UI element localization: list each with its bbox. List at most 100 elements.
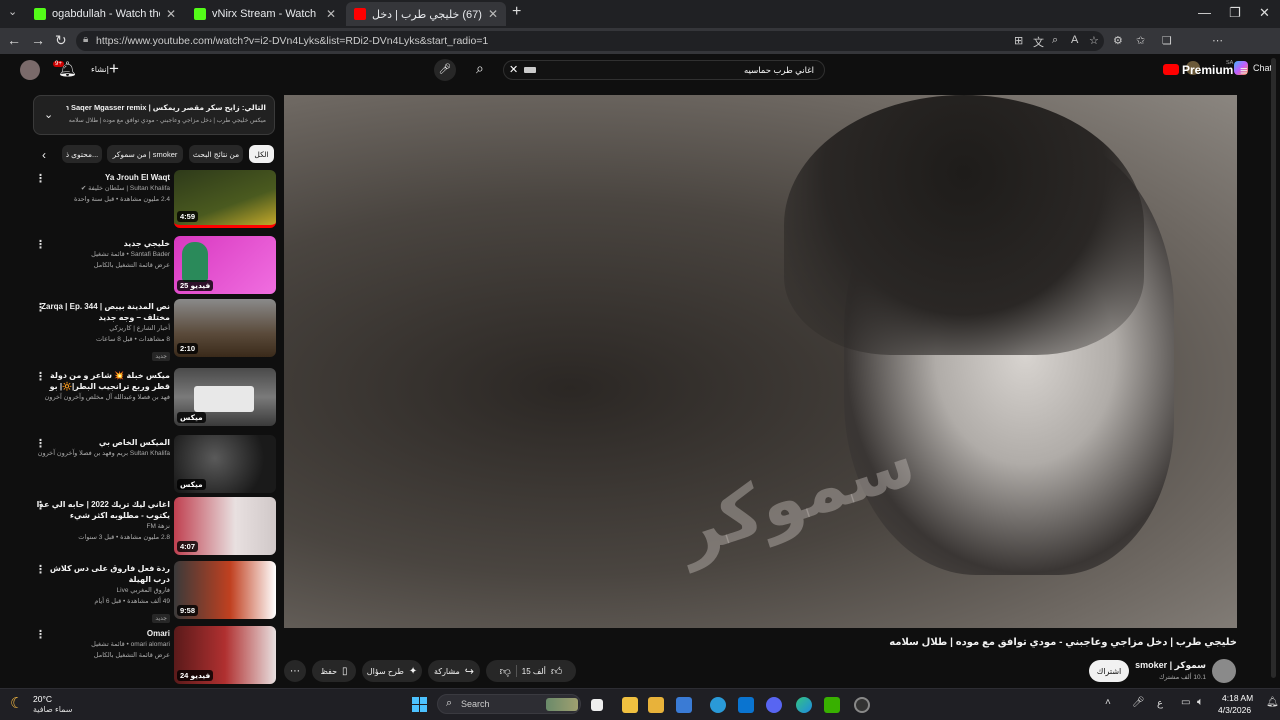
list-item[interactable]: 4:59 ⋮ Ya Jrouh El Waqt Sultan Khalifa |… [30,170,276,232]
taskbar-search[interactable]: ⌕ Search [437,694,581,714]
channel-name[interactable]: أخبار الشارع | كاريزكي [34,323,170,334]
more-menu-icon[interactable]: ⋯ [1212,34,1223,47]
list-item[interactable]: ميكس ⋮ ميكس خبلة 💥 شاعر و من دولة قطر ور… [30,368,276,430]
close-tab-icon[interactable]: ✕ [488,7,498,21]
search-icon[interactable]: ⌕ [476,60,484,77]
clock-date[interactable]: 4/3/2026 [1218,705,1251,715]
save-button[interactable]: حفظ ▯ [312,660,356,682]
playlist-thumbnail[interactable]: 25 فيديو [174,236,276,294]
clock-time[interactable]: 4:18 AM [1222,693,1253,703]
video-thumbnail[interactable]: 9:58 [174,561,276,619]
chip-from-smoker[interactable]: من سموكر | smoker [107,145,183,163]
dislike-button-icon[interactable]: 👎︎ [500,665,511,678]
tray-chevron-icon[interactable]: ˄ [1105,697,1111,708]
mix-title[interactable]: ميكس خبلة 💥 شاعر و من دولة قطر وربع تران… [34,370,170,392]
list-item[interactable]: 25 فيديو ⋮ خليجي جديد Santafi Bader • قا… [30,236,276,298]
voice-search-icon[interactable]: 🎤︎ [434,59,456,81]
create-label[interactable]: إنشاء [91,65,109,74]
subscribe-button[interactable]: اشتراك [1089,660,1129,682]
notification-center-icon[interactable]: 🔔︎ [1266,697,1279,708]
list-item[interactable]: 9:58 ⋮ ردة فعل فاروق على دس كلاش درب اله… [30,561,276,623]
playlist-panel[interactable]: ⌄ التالي: زايح سكر مقصر ريمكس | beh Saqe… [33,95,275,135]
playlist-title[interactable]: Omari [34,628,170,639]
translate-icon[interactable]: 文 [1033,34,1044,50]
task-view-icon[interactable] [591,699,603,711]
app-green-icon[interactable] [824,697,840,713]
channel-name[interactable]: Sultan Khalifa | سلطان خليفة ✔ [34,183,170,194]
tab-youtube[interactable]: (67) خليجي طرب | دخل مزاجي وعاج... ✕ [346,2,506,26]
store-icon[interactable] [676,697,692,713]
back-icon[interactable]: ← [7,32,21,48]
chip-all[interactable]: الكل [249,145,274,163]
video-thumbnail[interactable]: 2:10 [174,299,276,357]
tray-mic-icon[interactable]: 🎤︎ [1132,697,1145,708]
forward-icon[interactable]: → [31,32,45,48]
chip-more[interactable]: محتوى ذ... [62,145,102,163]
maximize-icon[interactable]: ❐ [1229,5,1241,21]
tab-kick-live[interactable]: vNirx Stream - Watch Live on Kick ✕ [186,2,344,26]
keyboard-icon[interactable] [524,67,536,73]
share-button[interactable]: مشاركة ↪ [428,660,480,682]
read-aloud-icon[interactable]: A [1071,34,1078,46]
collections-icon[interactable]: ❏ [1162,34,1172,47]
like-button-icon[interactable]: 👍︎ [551,665,563,678]
favorite-star-icon[interactable]: ☆ [1089,34,1099,47]
weather-icon[interactable]: ☾ [10,694,23,712]
search-input[interactable]: اغاني طرب حماسيه [503,60,825,80]
channel-name[interactable]: فاروق المغربي Live [34,585,170,596]
list-item[interactable]: 24 فيديو ⋮ Omari omari alomari • قائمة ت… [30,626,276,688]
channel-name[interactable]: سموكر | smoker [1130,660,1206,671]
network-icon[interactable]: ▭ [1181,697,1190,708]
channel-name[interactable]: نزهة FM [34,521,170,532]
clear-search-icon[interactable]: ✕ [509,63,518,76]
menu-hamburger-icon[interactable]: ≡ [1240,63,1248,78]
tab-actions-icon[interactable]: ⌄ [8,5,17,18]
list-item[interactable]: 2:10 ⋮ نص المدينة بيبص | Zarqa | Ep. 344… [30,299,276,361]
edge-icon[interactable] [796,697,812,713]
mix-thumbnail[interactable]: ميكس [174,368,276,426]
app-blue-icon[interactable] [738,697,754,713]
list-item[interactable]: ميكس ⋮ الميكس الخاص بي Sultan Khalifa بر… [30,435,276,497]
mix-title[interactable]: الميكس الخاص بي [34,437,170,448]
chevron-down-icon[interactable]: ⌄ [44,108,53,121]
language-indicator[interactable]: ع [1157,698,1163,709]
minimize-icon[interactable]: — [1198,5,1211,20]
playlist-title[interactable]: خليجي جديد [34,238,170,249]
url-field[interactable]: 🔒︎ https://www.youtube.com/watch?v=i2-DV… [76,31,1104,51]
video-title[interactable]: نص المدينة بيبص | Zarqa | Ep. 344 مختلف … [34,301,170,323]
folder-icon[interactable] [648,697,664,713]
discord-icon[interactable] [766,697,782,713]
file-explorer-icon[interactable] [622,697,638,713]
chat-label[interactable]: Chat [1253,63,1272,73]
chip-from-search[interactable]: من نتائج البحث [189,145,243,163]
reload-icon[interactable]: ↻ [55,32,67,49]
channel-name[interactable]: Santafi Bader • قائمة تشغيل [34,249,170,260]
channel-avatar[interactable] [1212,659,1236,683]
mix-thumbnail[interactable]: ميكس [174,435,276,493]
video-title[interactable]: اغاني ليك تريك 2022 | حابه الي عدا يكتوب… [34,499,170,521]
list-item[interactable]: 4:07 ⋮ اغاني ليك تريك 2022 | حابه الي عد… [30,497,276,559]
channel-name[interactable]: omari alomari • قائمة تشغيل [34,639,170,650]
video-thumbnail[interactable]: 4:07 [174,497,276,555]
view-playlist-link[interactable]: عرض قائمة التشغيل بالكامل [34,260,170,271]
close-window-icon[interactable]: ✕ [1259,5,1270,21]
scrollbar[interactable] [1271,58,1276,678]
ask-button[interactable]: طرح سؤال ✦ [362,660,422,682]
video-title[interactable]: Ya Jrouh El Waqt [34,172,170,183]
zoom-icon[interactable]: ⌕ [1052,34,1058,47]
weather-temp[interactable]: 20°C [33,694,52,704]
video-thumbnail[interactable]: 4:59 [174,170,276,228]
extensions-icon[interactable]: ⚙ [1113,34,1123,47]
youtube-logo-icon[interactable] [1163,64,1179,75]
app-icon[interactable]: ⊞ [1014,34,1023,47]
playlist-thumbnail[interactable]: 24 فيديو [174,626,276,684]
create-plus-icon[interactable]: + [109,59,119,79]
close-tab-icon[interactable]: ✕ [326,7,336,21]
new-tab-button[interactable]: + [512,3,521,21]
windows-start-icon[interactable] [412,697,427,712]
more-actions-button[interactable]: ⋯ [284,660,306,682]
video-title[interactable]: ردة فعل فاروق على دس كلاش درب الهيلة [34,563,170,585]
chips-prev-icon[interactable]: ‹ [42,148,46,162]
close-tab-icon[interactable]: ✕ [166,7,176,21]
obs-icon[interactable] [854,697,870,713]
